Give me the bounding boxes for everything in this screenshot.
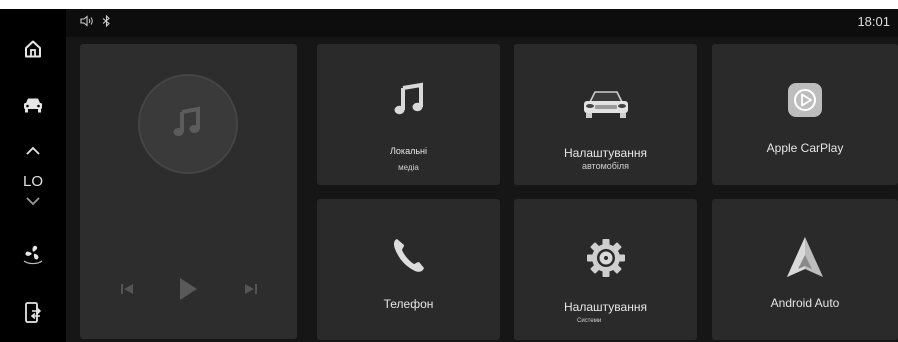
tile-label: Налаштування xyxy=(564,300,647,314)
play-icon xyxy=(177,276,199,307)
tile-car-settings[interactable]: Налаштування автомобіля xyxy=(514,44,697,185)
next-track-button[interactable] xyxy=(240,276,262,306)
album-art xyxy=(138,74,238,174)
tile-local-media[interactable]: Локальні медіа xyxy=(317,44,500,185)
tile-label: Налаштування xyxy=(564,146,647,160)
temperature-value: LO xyxy=(22,172,43,190)
carplay-icon xyxy=(712,82,898,118)
status-bar: 18:01 xyxy=(66,9,898,35)
tile-label: Android Auto xyxy=(770,296,840,310)
tile-label: Apple CarPlay xyxy=(766,141,844,155)
tile-sublabel: автомобіля xyxy=(581,161,630,171)
car-icon xyxy=(22,96,44,114)
home-button[interactable] xyxy=(0,37,66,61)
tile-label: Локальні xyxy=(390,146,427,156)
fan-button[interactable] xyxy=(0,241,66,269)
home-main-area: Локальні медіа Налаштування автомобіля A… xyxy=(66,37,898,342)
phone-icon xyxy=(317,236,500,274)
tile-apple-carplay[interactable]: Apple CarPlay xyxy=(712,44,898,185)
tile-label: Телефон xyxy=(383,297,434,311)
skip-next-icon xyxy=(243,282,259,301)
tile-system-settings[interactable]: Налаштування Системи xyxy=(514,199,697,340)
volume-icon xyxy=(80,14,94,32)
gear-icon xyxy=(514,238,697,278)
sidebar: LO xyxy=(0,9,66,342)
tile-phone[interactable]: Телефон xyxy=(317,199,500,340)
chevron-down-icon xyxy=(25,193,41,211)
bluetooth-icon xyxy=(102,14,111,32)
temperature-up-button[interactable] xyxy=(0,144,66,160)
android-auto-icon xyxy=(712,235,898,279)
skip-previous-icon xyxy=(119,282,135,301)
previous-track-button[interactable] xyxy=(116,276,138,306)
fan-icon xyxy=(20,242,46,268)
car-icon xyxy=(514,88,697,120)
tile-sublabel: медіа xyxy=(398,163,419,172)
phone-projection-button[interactable] xyxy=(0,301,66,325)
clock: 18:01 xyxy=(857,14,890,29)
tile-android-auto[interactable]: Android Auto xyxy=(712,199,898,340)
play-button[interactable] xyxy=(176,276,200,306)
home-icon xyxy=(23,39,43,59)
tile-sublabel: Системи xyxy=(577,318,602,324)
media-player-widget[interactable] xyxy=(80,44,297,339)
chevron-up-icon xyxy=(25,143,41,161)
temperature-down-button[interactable] xyxy=(0,194,66,210)
phone-connect-icon xyxy=(24,302,42,324)
music-note-icon xyxy=(168,102,208,147)
vehicle-button[interactable] xyxy=(0,94,66,116)
head-unit-screen: LO 18:01 Локальні медіа Налаштування авт… xyxy=(0,9,898,342)
music-note-icon xyxy=(317,82,500,118)
